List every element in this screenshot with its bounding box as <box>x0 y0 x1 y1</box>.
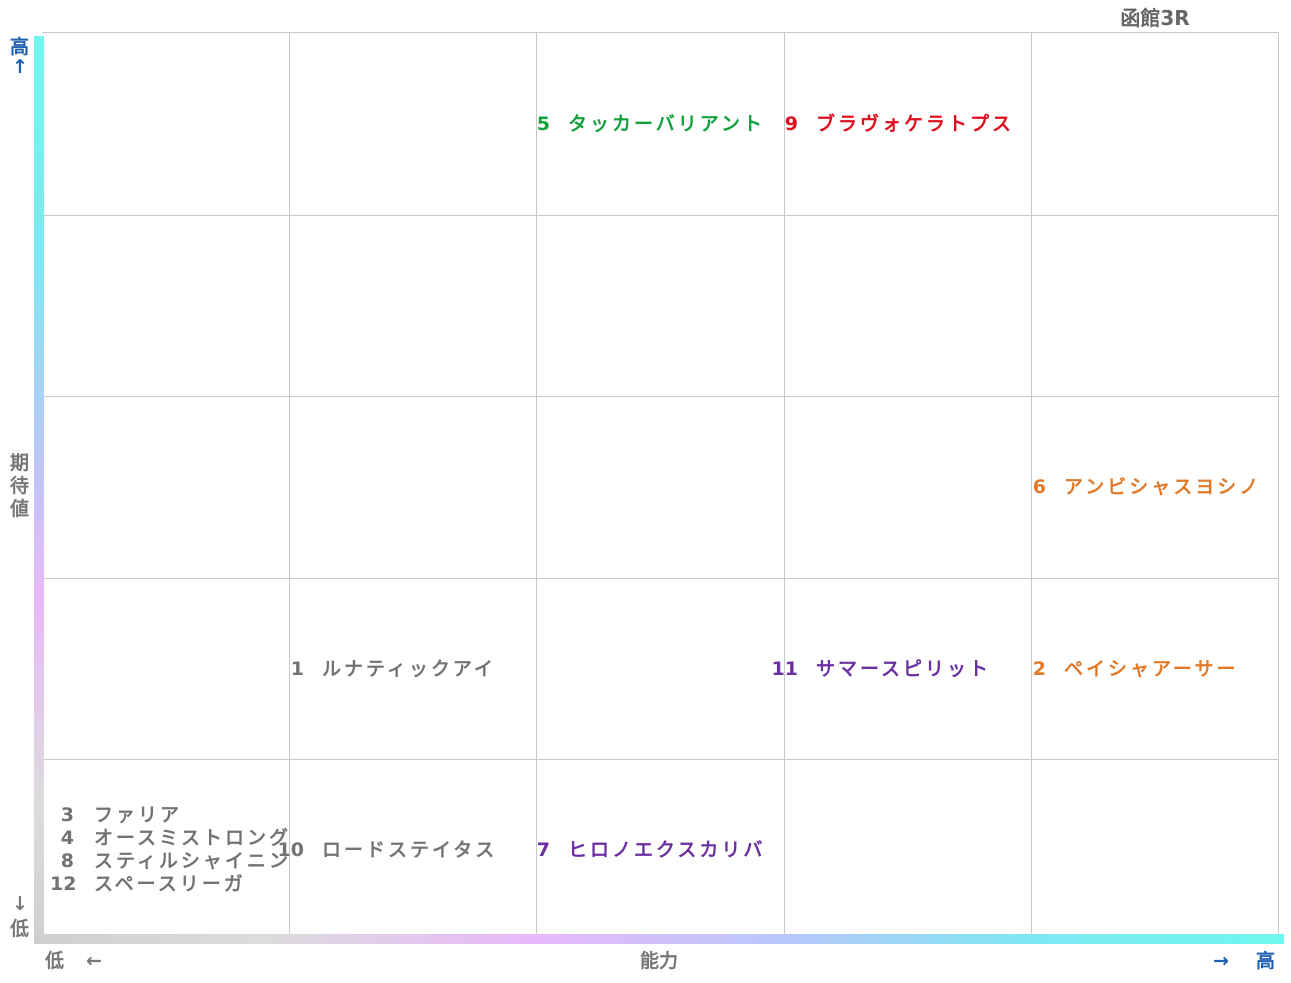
horse-entry: 10 ロードステイタス <box>276 839 497 862</box>
x-axis-low-label: 低 <box>45 950 65 972</box>
horse-name: ヒロノエクスカリバ <box>568 839 766 861</box>
y-axis-bar <box>34 36 44 944</box>
horse-entry: 3 ファリア <box>50 804 291 827</box>
horse-number: 5 <box>536 113 550 135</box>
horse-entry: 1 ルナティックアイ <box>276 658 496 681</box>
horse-number: 2 <box>1032 658 1046 680</box>
down-arrow-icon: ↓ <box>12 893 28 915</box>
horse-list: 3 ファリア 4 オースミストロング 8 スティルシャイニン 12 スペースリーガ <box>50 804 291 896</box>
x-axis-high-label: 高 <box>1256 950 1276 972</box>
horse-name: サマースピリット <box>816 658 992 680</box>
horse-entry: 5 タッカーバリアント <box>522 113 765 136</box>
grid-line <box>42 396 1278 397</box>
horse-entry: 4 オースミストロング <box>50 827 291 850</box>
horse-name: タッカーバリアント <box>568 113 766 135</box>
horse-number: 9 <box>784 113 798 135</box>
horse-name: スティルシャイニン <box>94 850 291 872</box>
horse-entry: 6 アンビシャスヨシノ <box>1018 476 1261 499</box>
race-title: 函館3R <box>1120 6 1190 30</box>
x-axis-label: 能力 <box>640 950 679 972</box>
left-arrow-icon: ← <box>86 950 102 972</box>
horse-name: ブラヴォケラトプス <box>816 113 1015 135</box>
x-axis-bar <box>34 934 1284 944</box>
grid-line <box>42 578 1278 579</box>
horse-name: ファリア <box>94 804 183 826</box>
right-arrow-icon: → <box>1213 950 1229 972</box>
horse-number: 8 <box>60 850 74 872</box>
horse-number: 7 <box>536 839 550 861</box>
horse-number: 3 <box>60 804 74 826</box>
y-axis-label: 期待値 <box>10 452 30 520</box>
up-arrow-icon: ↑ <box>12 56 28 78</box>
horse-number: 6 <box>1032 476 1046 498</box>
horse-entry: 12 スペースリーガ <box>50 873 291 896</box>
horse-name: オースミストロング <box>94 827 292 849</box>
horse-name: ペイシャアーサー <box>1064 658 1239 680</box>
horse-number: 12 <box>50 873 77 895</box>
horse-number: 4 <box>60 827 74 849</box>
grid-line <box>784 33 785 940</box>
grid-line <box>42 759 1278 760</box>
horse-name: スペースリーガ <box>94 873 246 895</box>
grid-line <box>42 215 1278 216</box>
horse-entry: 8 スティルシャイニン <box>50 850 291 873</box>
horse-name: アンビシャスヨシノ <box>1064 476 1262 498</box>
grid-line <box>536 33 537 940</box>
horse-entry: 9 ブラヴォケラトプス <box>770 113 1014 136</box>
horse-number: 11 <box>771 658 798 680</box>
horse-entry: 11 サマースピリット <box>770 658 991 681</box>
horse-number: 1 <box>290 658 304 680</box>
horse-entry: 7 ヒロノエクスカリバ <box>522 839 765 862</box>
horse-name: ロードステイタス <box>322 839 498 861</box>
y-axis-low-label: 低 <box>10 918 30 940</box>
horse-name: ルナティックアイ <box>322 658 496 680</box>
horse-entry: 2 ペイシャアーサー <box>1018 658 1238 681</box>
